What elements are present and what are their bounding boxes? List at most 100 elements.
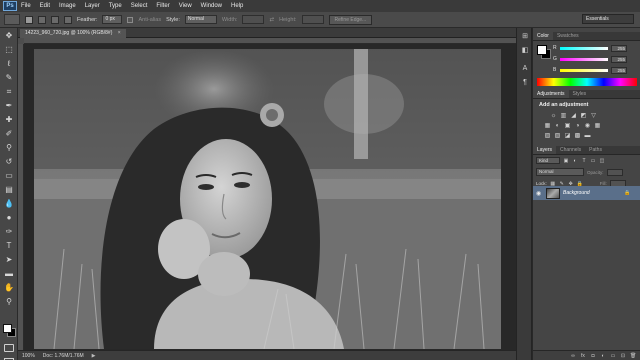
new-selection-icon[interactable] [25, 15, 33, 24]
layer-name[interactable]: Background [563, 190, 615, 196]
visibility-eye-icon[interactable]: ◉ [536, 190, 543, 197]
eyedropper-tool-icon[interactable]: ✒ [4, 101, 14, 111]
tab-styles[interactable]: Styles [569, 90, 591, 98]
r-value[interactable]: 255 [611, 44, 627, 52]
antialias-checkbox[interactable] [127, 16, 134, 23]
curves-icon[interactable]: ◢ [570, 113, 577, 120]
healing-brush-tool-icon[interactable]: ✚ [4, 115, 14, 125]
style-select[interactable]: Normal [184, 15, 217, 24]
pixel-filter-icon[interactable]: ▣ [563, 158, 569, 164]
foreground-color-swatch[interactable] [3, 324, 12, 333]
eraser-tool-icon[interactable]: ▭ [4, 171, 14, 181]
blend-mode-select[interactable]: Normal [536, 168, 584, 176]
blur-tool-icon[interactable]: 💧 [4, 199, 14, 209]
threshold-icon[interactable]: ◪ [564, 133, 571, 140]
invert-icon[interactable]: ▨ [544, 133, 551, 140]
character-icon[interactable]: A [520, 64, 530, 74]
gradient-map-icon[interactable]: ▬ [584, 133, 591, 140]
document-tab[interactable]: 14223_960_720.jpg @ 100% (RGB/8#) × [20, 29, 126, 38]
menu-select[interactable]: Select [131, 3, 148, 9]
vertical-ruler[interactable] [18, 44, 24, 350]
lasso-tool-icon[interactable]: ℓ [4, 59, 14, 69]
clone-stamp-tool-icon[interactable]: ⚲ [4, 143, 14, 153]
brightness-contrast-icon[interactable]: ☼ [550, 113, 557, 120]
properties-icon[interactable]: ◧ [520, 46, 530, 56]
history-icon[interactable]: ⊞ [520, 32, 530, 42]
status-menu-arrow-icon[interactable]: ▶ [92, 353, 96, 359]
color-lookup-icon[interactable]: ▦ [594, 123, 601, 130]
hue-saturation-icon[interactable]: ▦ [544, 123, 551, 130]
r-slider[interactable] [560, 46, 608, 50]
menu-type[interactable]: Type [109, 3, 122, 9]
width-input[interactable] [242, 15, 265, 24]
feather-input[interactable]: 0 px [102, 15, 123, 24]
color-spectrum-ramp[interactable] [537, 78, 637, 86]
workspace-select[interactable]: Essentials [582, 14, 634, 24]
swap-dimensions-icon[interactable]: ⇄ [269, 17, 274, 23]
photo-filter-icon[interactable]: ◑ [574, 123, 581, 130]
menu-view[interactable]: View [179, 3, 192, 9]
layer-style-icon[interactable]: fx [580, 353, 586, 359]
close-tab-icon[interactable]: × [118, 30, 121, 36]
vibrance-icon[interactable]: ▽ [590, 113, 597, 120]
paragraph-icon[interactable]: ¶ [520, 78, 530, 88]
add-selection-icon[interactable] [38, 15, 46, 24]
tool-preset-picker[interactable] [4, 14, 20, 25]
b-slider[interactable] [560, 68, 608, 72]
menu-image[interactable]: Image [59, 3, 76, 9]
path-selection-tool-icon[interactable]: ➤ [4, 255, 14, 265]
menu-window[interactable]: Window [201, 3, 222, 9]
menu-file[interactable]: File [21, 3, 31, 9]
gradient-tool-icon[interactable]: ▤ [4, 185, 14, 195]
tab-adjustments[interactable]: Adjustments [533, 90, 569, 98]
g-slider[interactable] [560, 57, 608, 61]
marquee-tool-icon[interactable]: ⬚ [4, 45, 14, 55]
tab-color[interactable]: Color [533, 32, 553, 40]
selective-color-icon[interactable]: ▩ [574, 133, 581, 140]
subtract-selection-icon[interactable] [51, 15, 59, 24]
add-mask-icon[interactable]: ◘ [590, 353, 596, 359]
exposure-icon[interactable]: ◩ [580, 113, 587, 120]
levels-icon[interactable]: ▥ [560, 113, 567, 120]
quick-select-tool-icon[interactable]: ✎ [4, 73, 14, 83]
hand-tool-icon[interactable]: ✋ [4, 283, 14, 293]
opacity-input[interactable] [606, 168, 623, 176]
intersect-selection-icon[interactable] [64, 15, 72, 24]
tab-paths[interactable]: Paths [585, 146, 606, 154]
new-group-icon[interactable]: ▭ [610, 353, 616, 359]
quick-mask-icon[interactable] [4, 344, 14, 352]
channel-mixer-icon[interactable]: ◉ [584, 123, 591, 130]
black-white-icon[interactable]: ▣ [564, 123, 571, 130]
horizontal-ruler[interactable] [24, 38, 516, 44]
crop-tool-icon[interactable]: ⌗ [4, 87, 14, 97]
height-input[interactable] [301, 15, 324, 24]
tab-layers[interactable]: Layers [533, 146, 557, 154]
pen-tool-icon[interactable]: ✑ [4, 227, 14, 237]
posterize-icon[interactable]: ▧ [554, 133, 561, 140]
smart-object-filter-icon[interactable]: ◫ [599, 158, 605, 164]
refine-edge-button[interactable]: Refine Edge... [328, 14, 373, 25]
link-layers-icon[interactable]: ∞ [570, 353, 576, 359]
shape-tool-icon[interactable]: ▬ [4, 269, 14, 279]
color-balance-icon[interactable]: ◐ [554, 123, 561, 130]
new-layer-icon[interactable]: ⊡ [620, 353, 626, 359]
g-value[interactable]: 255 [611, 55, 627, 63]
menu-help[interactable]: Help [231, 3, 243, 9]
b-value[interactable]: 255 [611, 66, 627, 74]
menu-edit[interactable]: Edit [40, 3, 50, 9]
new-adjustment-layer-icon[interactable]: ◐ [600, 353, 606, 359]
type-tool-icon[interactable]: T [4, 241, 14, 251]
move-tool-icon[interactable]: ✥ [4, 31, 14, 41]
shape-filter-icon[interactable]: ▭ [590, 158, 596, 164]
tab-channels[interactable]: Channels [556, 146, 585, 154]
layer-background[interactable]: ◉ Background 🔒 [533, 186, 640, 200]
history-brush-tool-icon[interactable]: ↺ [4, 157, 14, 167]
layer-kind-filter[interactable]: Kind [536, 157, 560, 164]
foreground-color-chip[interactable] [537, 45, 547, 55]
zoom-tool-icon[interactable]: ⚲ [4, 297, 14, 307]
brush-tool-icon[interactable]: ✐ [4, 129, 14, 139]
menu-layer[interactable]: Layer [85, 3, 100, 9]
adjustment-filter-icon[interactable]: ◐ [572, 158, 578, 164]
canvas-photo[interactable] [34, 49, 501, 349]
dodge-tool-icon[interactable]: ● [4, 213, 14, 223]
